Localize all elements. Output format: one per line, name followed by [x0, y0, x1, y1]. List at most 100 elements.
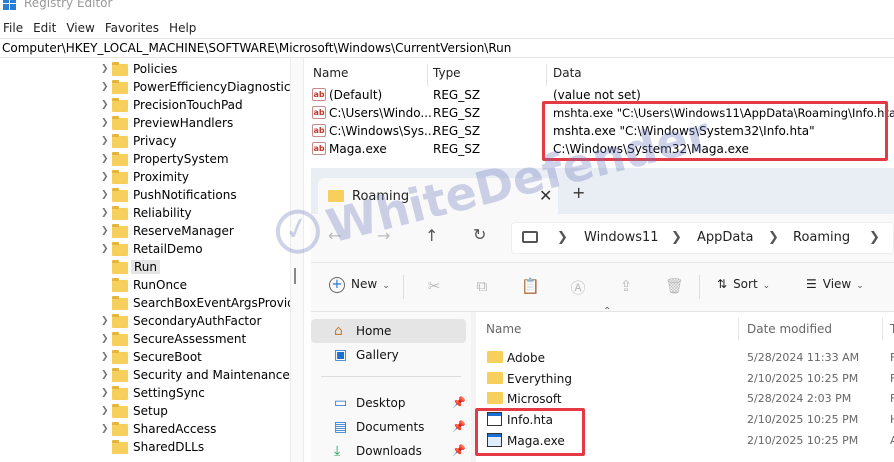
chevron-right-icon[interactable]: ❯ [101, 388, 109, 398]
column-type[interactable]: Type [433, 66, 461, 80]
column-separator[interactable] [882, 318, 883, 340]
breadcrumb[interactable]: ❯ Windows11 ❯ AppData ❯ Roaming ❯ [511, 222, 894, 254]
tree-item-run[interactable]: Run [0, 259, 290, 277]
chevron-right-icon[interactable]: ❯ [101, 172, 109, 182]
menu-favorites[interactable]: Favorites [102, 18, 166, 38]
nav-item-gallery[interactable]: ▣ Gallery [311, 343, 466, 367]
chevron-right-icon[interactable]: ❯ [101, 64, 109, 74]
breadcrumb-roaming[interactable]: Roaming [793, 230, 850, 245]
chevron-right-icon[interactable]: ❯ [869, 230, 880, 245]
tree-item[interactable]: ❯ SecureBoot [0, 349, 290, 367]
share-icon[interactable]: ⇪ [617, 277, 635, 295]
copy-icon[interactable]: ⧉ [473, 277, 491, 295]
close-tab-icon[interactable]: ✕ [539, 186, 552, 205]
address-bar[interactable]: Computer\HKEY_LOCAL_MACHINE\SOFTWARE\Mic… [0, 38, 894, 58]
column-name[interactable]: Name [313, 66, 348, 80]
tree-item[interactable]: ❯ SettingSync [0, 385, 290, 403]
folder-icon [112, 62, 128, 76]
tree-item[interactable]: ❯ SecondaryAuthFactor [0, 313, 290, 331]
tree-item[interactable]: ❯ PropertySystem [0, 151, 290, 169]
new-button[interactable]: + New ⌄ [329, 277, 390, 293]
documents-icon: ▤ [334, 419, 348, 435]
column-data[interactable]: Data [553, 66, 582, 80]
menu-view[interactable]: View [63, 18, 101, 38]
chevron-right-icon[interactable]: ❯ [101, 190, 109, 200]
cut-icon[interactable]: ✂ [425, 277, 443, 295]
chevron-right-icon[interactable]: ❯ [101, 424, 109, 434]
tree-item[interactable]: ❯ Setup [0, 403, 290, 421]
tree-item[interactable]: ❯ SecureAssessment [0, 331, 290, 349]
nav-item-documents[interactable]: ▤ Documents 📌 [311, 415, 466, 439]
file-row-everything[interactable]: Everything 2/10/2025 10:25 PM F [476, 369, 894, 389]
pin-icon[interactable]: 📌 [452, 396, 466, 409]
tree-item[interactable]: ❯ PowerEfficiencyDiagnostics [0, 79, 290, 97]
chevron-right-icon[interactable]: ❯ [101, 118, 109, 128]
chevron-right-icon[interactable]: ❯ [101, 136, 109, 146]
tree-item[interactable]: ❯ Policies [0, 61, 290, 79]
chevron-right-icon[interactable]: ❯ [101, 406, 109, 416]
pin-icon[interactable]: 📌 [452, 444, 466, 457]
rename-icon[interactable]: Ⓐ [569, 277, 587, 297]
nav-item-home[interactable]: ⌂ Home [311, 319, 466, 343]
chevron-right-icon[interactable]: ❯ [101, 244, 109, 254]
chevron-right-icon[interactable]: ❯ [101, 100, 109, 110]
column-type[interactable]: T [890, 322, 894, 336]
tree-item[interactable]: RunOnce [0, 277, 290, 295]
tree-item[interactable]: ❯ ReserveManager [0, 223, 290, 241]
breadcrumb-windows11[interactable]: Windows11 [584, 230, 659, 245]
tree-item[interactable]: ❯ SharedAccess [0, 421, 290, 439]
menu-help[interactable]: Help [166, 18, 203, 38]
file-row-adobe[interactable]: Adobe 5/28/2024 11:33 AM F [476, 348, 894, 368]
tree-item[interactable]: ❯ RetailDemo [0, 241, 290, 259]
chevron-right-icon[interactable]: ❯ [101, 226, 109, 236]
nav-divider [321, 376, 461, 377]
breadcrumb-appdata[interactable]: AppData [697, 230, 753, 245]
nav-item-downloads[interactable]: ⤓ Downloads 📌 [311, 439, 466, 462]
tree-item[interactable]: SearchBoxEventArgsProvide [0, 295, 290, 313]
column-separator[interactable] [427, 64, 428, 86]
refresh-icon[interactable]: ↻ [473, 225, 486, 244]
up-arrow-icon[interactable]: ↑ [425, 226, 438, 245]
nav-item-desktop[interactable]: ▭ Desktop 📌 [311, 391, 466, 415]
tab-roaming[interactable]: Roaming ✕ [318, 178, 558, 214]
pin-icon[interactable]: 📌 [452, 420, 466, 433]
tree-item[interactable]: ❯ Security and Maintenance [0, 367, 290, 385]
new-tab-button[interactable]: + [572, 183, 585, 202]
folder-icon [112, 224, 128, 238]
chevron-right-icon[interactable]: ❯ [101, 208, 109, 218]
chevron-right-icon[interactable]: ❯ [101, 316, 109, 326]
chevron-right-icon[interactable]: ❯ [101, 370, 109, 380]
file-row-microsoft[interactable]: Microsoft 5/28/2024 2:03 PM F [476, 389, 894, 409]
back-arrow-icon[interactable]: ← [328, 226, 341, 245]
column-separator[interactable] [738, 318, 739, 340]
column-name[interactable]: Name [486, 322, 521, 336]
delete-icon[interactable]: 🗑 [665, 277, 684, 295]
tree-item[interactable]: ❯ Privacy [0, 133, 290, 151]
address-path[interactable]: Computer\HKEY_LOCAL_MACHINE\SOFTWARE\Mic… [2, 41, 511, 55]
paste-icon[interactable]: 📋 [521, 277, 540, 295]
chevron-right-icon[interactable]: ❯ [101, 334, 109, 344]
chevron-right-icon[interactable]: ❯ [101, 352, 109, 362]
chevron-right-icon[interactable]: ❯ [671, 230, 682, 245]
splitter-grip[interactable] [294, 268, 296, 284]
chevron-right-icon[interactable]: ❯ [101, 82, 109, 92]
tree-item[interactable]: ❯ PrecisionTouchPad [0, 97, 290, 115]
tree-item[interactable]: ❯ Proximity [0, 169, 290, 187]
forward-arrow-icon[interactable]: → [377, 226, 390, 245]
tree-item[interactable]: SharedDLLs [0, 439, 290, 457]
column-date-modified[interactable]: Date modified [747, 322, 832, 336]
tree-item[interactable]: ❯ PushNotifications [0, 187, 290, 205]
menu-file[interactable]: File [0, 18, 30, 38]
tree-item[interactable]: ❯ Reliability [0, 205, 290, 223]
pane-splitter[interactable] [290, 58, 304, 462]
menu-edit[interactable]: Edit [30, 18, 63, 38]
chevron-right-icon[interactable]: ❯ [768, 230, 779, 245]
chevron-right-icon[interactable]: ❯ [101, 154, 109, 164]
column-separator[interactable] [546, 64, 547, 86]
view-button[interactable]: ☰ View ⌄ [806, 277, 864, 291]
folder-icon [112, 404, 128, 418]
plus-icon: + [329, 277, 345, 293]
chevron-right-icon[interactable]: ❯ [557, 230, 568, 245]
tree-item[interactable]: ❯ PreviewHandlers [0, 115, 290, 133]
sort-button[interactable]: ⇅ Sort ⌄ [717, 277, 770, 291]
